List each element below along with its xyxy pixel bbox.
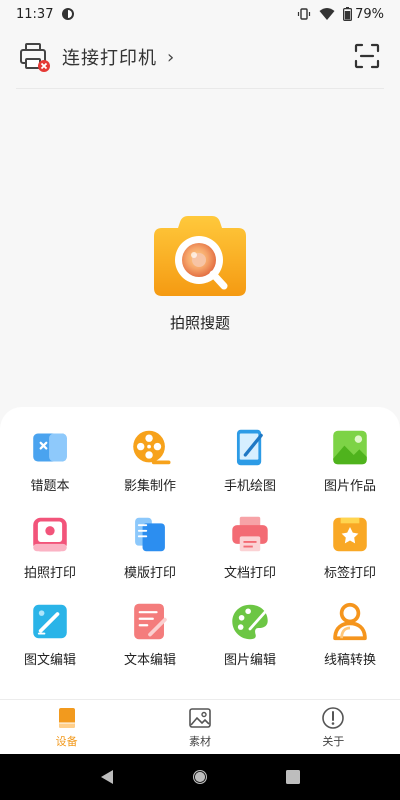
image-icon [189,707,211,728]
status-bar: 11:37 79% [0,0,400,28]
header-divider [16,88,384,89]
nav-item-materials[interactable]: 素材 [160,706,240,749]
status-time: 11:37 [16,6,54,22]
feature-grid: 错题本 影集制作 手机绘图 图片作品 拍照打印 模版打印 文档打印 标签打印 图… [0,427,400,668]
grid-label: 图文编辑 [23,653,76,668]
image-text-edit-icon [33,604,67,639]
nav-label: 素材 [188,734,211,748]
grid-item-image-works[interactable]: 图片作品 [300,427,400,494]
home-icon[interactable] [191,768,209,786]
grid-label: 影集制作 [123,479,176,494]
connect-printer-title[interactable]: 连接打印机 [62,44,157,70]
image-works-icon [333,430,367,465]
nav-label: 关于 [322,734,345,748]
grid-item-template-print[interactable]: 模版打印 [100,514,200,581]
back-icon[interactable] [98,768,116,786]
grid-item-wrong-book[interactable]: 错题本 [0,427,100,494]
grid-item-text-edit[interactable]: 文本编辑 [100,601,200,668]
feature-panel: 错题本 影集制作 手机绘图 图片作品 拍照打印 模版打印 文档打印 标签打印 图… [0,407,400,699]
wrong-book-icon [33,433,67,462]
book-icon [58,707,75,728]
document-print-icon [232,516,268,552]
nav-item-device[interactable]: 设备 [27,706,107,749]
grid-item-photo-print[interactable]: 拍照打印 [0,514,100,581]
printer-disconnected-icon [20,43,50,72]
line-art-convert-icon [333,602,367,641]
nav-label: 设备 [55,734,78,748]
camera-search-icon [154,216,246,296]
grid-item-album-making[interactable]: 影集制作 [100,427,200,494]
grid-item-label-print[interactable]: 标签打印 [300,514,400,581]
bottom-nav: 设备 素材 关于 [0,699,400,754]
grid-label: 文档打印 [223,566,276,581]
battery-percent: 79% [355,6,384,22]
grid-item-image-text-edit[interactable]: 图文编辑 [0,601,100,668]
grid-label: 图片作品 [323,479,376,494]
film-reel-icon [133,430,171,465]
label-print-icon [333,517,367,552]
grid-item-document-print[interactable]: 文档打印 [200,514,300,581]
image-edit-icon [232,604,268,640]
chevron-right-icon: › [167,46,175,68]
photo-print-icon [33,517,67,552]
notification-icon [62,8,75,20]
grid-label: 错题本 [30,479,70,494]
system-nav-bar [0,754,400,800]
scan-icon[interactable] [354,43,380,69]
grid-label: 文本编辑 [123,653,176,668]
phone-drawing-icon [236,429,263,466]
template-print-icon [135,517,165,552]
grid-label: 线稿转换 [323,653,376,668]
vibrate-icon [297,8,311,20]
grid-label: 手机绘图 [223,479,276,494]
recents-icon[interactable] [284,768,302,786]
grid-item-phone-drawing[interactable]: 手机绘图 [200,427,300,494]
grid-label: 模版打印 [123,566,176,581]
wifi-icon [319,8,335,20]
grid-label: 标签打印 [323,566,376,581]
grid-label: 图片编辑 [223,653,276,668]
grid-item-line-art-convert[interactable]: 线稿转换 [300,601,400,668]
photo-search-label: 拍照搜题 [169,314,230,332]
info-icon [322,706,345,729]
grid-label: 拍照打印 [23,566,76,581]
printer-connect-bar[interactable]: 连接打印机 › [0,28,400,86]
text-edit-icon [134,603,167,640]
nav-item-about[interactable]: 关于 [293,706,373,749]
photo-search-button[interactable]: 拍照搜题 [150,212,250,333]
battery-icon [343,7,353,21]
grid-item-image-edit[interactable]: 图片编辑 [200,601,300,668]
